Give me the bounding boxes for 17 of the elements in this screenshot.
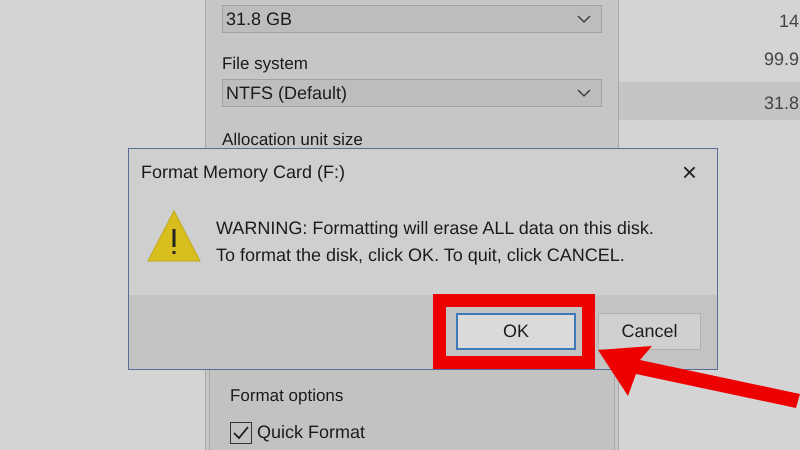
quick-format-checkbox[interactable]: [230, 422, 252, 444]
allocation-unit-label: Allocation unit size: [222, 129, 364, 151]
chevron-down-icon: [577, 15, 591, 23]
quick-format-label: Quick Format: [257, 421, 366, 444]
ok-button[interactable]: OK: [456, 312, 576, 350]
file-system-label: File system: [222, 53, 309, 75]
dialog-title: Format Memory Card (F:): [141, 160, 346, 184]
format-options-label: Format options: [230, 385, 344, 407]
chevron-down-icon: [577, 89, 591, 97]
close-button[interactable]: ×: [682, 159, 697, 185]
capacity-dropdown[interactable]: 31.8 GB: [222, 5, 602, 33]
warning-message: WARNING: Formatting will erase ALL data on this disk.: [216, 217, 654, 240]
file-system-dropdown[interactable]: NTFS (Default): [222, 79, 602, 107]
list-row[interactable]: 31.8: [619, 82, 800, 120]
warning-message: To format the disk, click OK. To quit, click CANCEL.: [216, 244, 626, 267]
warning-icon: [146, 209, 202, 263]
cancel-button[interactable]: Cancel: [598, 312, 701, 350]
